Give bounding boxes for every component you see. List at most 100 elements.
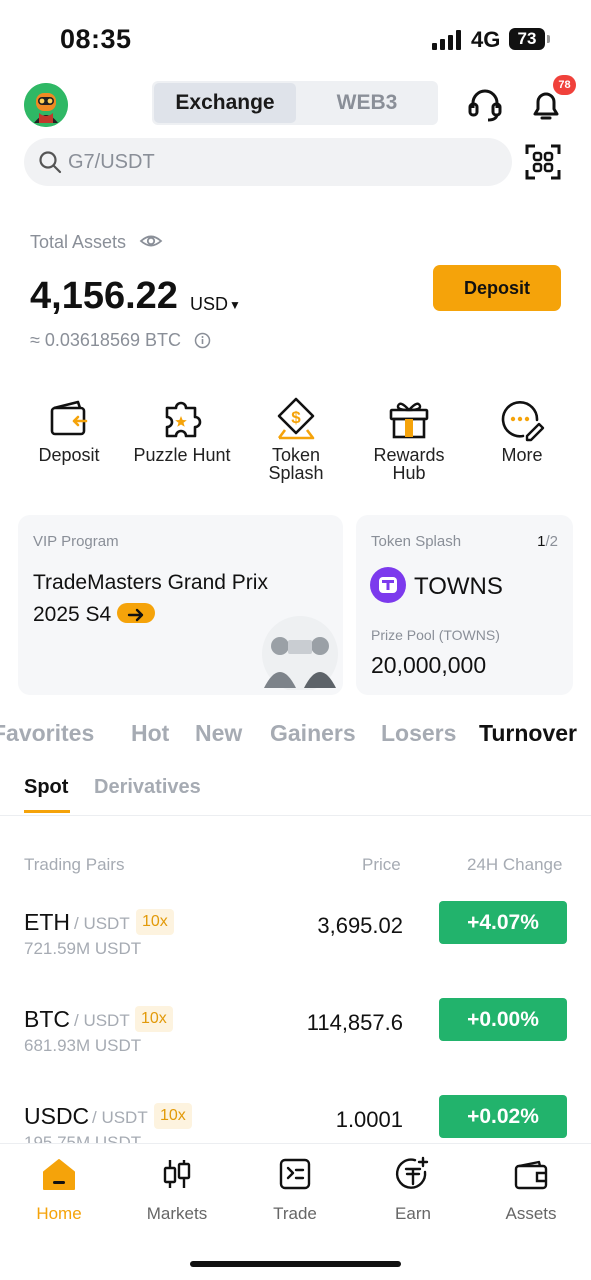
quick-action-more[interactable]: More	[463, 396, 581, 464]
nav-label: Assets	[505, 1204, 557, 1223]
trade-icon	[279, 1158, 311, 1190]
support-headset-icon[interactable]	[466, 86, 504, 124]
leverage-badge: 10x	[136, 909, 174, 935]
earn-icon	[395, 1156, 429, 1189]
tab-spot[interactable]: Spot	[24, 776, 68, 799]
signal-icon	[432, 30, 461, 50]
avatar[interactable]	[24, 83, 68, 127]
pair-quote: / USDT	[74, 1011, 130, 1030]
btc-equivalent: ≈ 0.03618569 BTC	[30, 330, 181, 350]
change-badge[interactable]: +0.00%	[439, 998, 567, 1041]
quick-action-deposit[interactable]: Deposit	[10, 396, 128, 464]
column-24h-change[interactable]: 24H Change	[467, 855, 562, 875]
arrow-right-icon[interactable]	[117, 603, 156, 624]
vip-program-card[interactable]: VIP Program TradeMasters Grand Prix 2025…	[18, 515, 343, 695]
wallet-icon	[514, 1160, 548, 1190]
search-bar[interactable]	[24, 138, 512, 186]
card-kicker: VIP Program	[33, 533, 119, 550]
candlestick-icon	[163, 1160, 191, 1188]
nav-label: Earn	[395, 1204, 431, 1223]
tab-gainers[interactable]: Gainers	[270, 720, 356, 747]
nav-home[interactable]: Home	[0, 1156, 118, 1224]
token-name: TOWNS	[414, 573, 503, 600]
pair-price: 114,857.6	[306, 1010, 403, 1035]
quick-action-label: Token Splash	[268, 445, 324, 483]
prize-pool-value: 20,000,000	[371, 652, 487, 678]
change-badge[interactable]: +0.02%	[439, 1095, 567, 1138]
quick-action-rewards-hub[interactable]: Rewards Hub	[350, 396, 468, 482]
prize-pool-label: Prize Pool (TOWNS)	[371, 627, 500, 643]
towns-logo-icon	[370, 567, 406, 603]
pair-volume: 681.93M USDT	[24, 1036, 142, 1055]
card-pager: 1/2	[537, 533, 558, 550]
battery-icon: 73	[509, 28, 545, 50]
nav-label: Home	[36, 1204, 82, 1223]
pair-quote: / USDT	[74, 914, 130, 933]
qr-scan-icon[interactable]	[524, 143, 562, 181]
network-type: 4G	[471, 27, 501, 52]
tab-favorites[interactable]: Favorites	[0, 720, 94, 747]
tab-exchange[interactable]: Exchange	[154, 83, 296, 123]
token-splash-card[interactable]: Token Splash 1/2 TOWNS Prize Pool (TOWNS…	[356, 515, 573, 695]
card-kicker: Token Splash	[371, 533, 462, 550]
wallet-deposit-icon	[50, 400, 88, 436]
search-icon	[39, 151, 62, 174]
bottom-nav: Home Markets Trade Earn Assets	[0, 1143, 591, 1280]
total-assets-label: Total Assets	[30, 232, 127, 252]
pair-price: 1.0001	[335, 1107, 403, 1132]
market-subtabs: Spot Derivatives	[0, 772, 591, 816]
notification-badge: 78	[553, 75, 576, 95]
quick-action-label: More	[501, 445, 543, 465]
svg-text:$: $	[291, 408, 301, 427]
card-title: TradeMasters Grand Prix 2025 S4	[33, 567, 293, 631]
nav-trade[interactable]: Trade	[236, 1156, 354, 1224]
table-row[interactable]: ETH / USDT 10x 721.59M USDT 3,695.02 +4.…	[0, 901, 591, 989]
pair-base: ETH	[24, 909, 70, 935]
column-price[interactable]: Price	[362, 855, 401, 875]
nav-earn[interactable]: Earn	[354, 1156, 472, 1224]
info-icon[interactable]	[194, 332, 211, 349]
quick-action-token-splash[interactable]: $ Token Splash	[237, 396, 355, 482]
deposit-button[interactable]: Deposit	[433, 265, 561, 311]
search-input[interactable]	[68, 146, 488, 178]
leverage-badge: 10x	[154, 1103, 192, 1129]
pair-quote: / USDT	[92, 1108, 148, 1127]
quick-action-label: Rewards Hub	[373, 445, 445, 483]
nav-markets[interactable]: Markets	[118, 1156, 236, 1224]
robot-avatar-icon	[24, 83, 68, 127]
home-icon	[43, 1159, 75, 1190]
pager-total: /2	[545, 533, 558, 550]
status-bar: 08:35 4G 73	[0, 0, 591, 72]
leverage-badge: 10x	[135, 1006, 173, 1032]
active-tab-indicator	[24, 810, 70, 813]
gift-icon	[389, 402, 429, 439]
nav-label: Markets	[146, 1204, 208, 1223]
tab-derivatives[interactable]: Derivatives	[94, 776, 201, 799]
nav-label: Trade	[273, 1204, 317, 1223]
pair-price: 3,695.02	[317, 913, 403, 938]
tab-turnover[interactable]: Turnover	[479, 720, 577, 747]
pair-volume: 721.59M USDT	[24, 939, 142, 958]
quick-action-puzzle-hunt[interactable]: Puzzle Hunt	[123, 396, 241, 464]
tab-web3[interactable]: WEB3	[296, 83, 438, 123]
pair-base: USDC	[24, 1103, 90, 1129]
eye-icon[interactable]	[139, 231, 163, 251]
change-badge[interactable]: +4.07%	[439, 901, 567, 944]
token-splash-icon: $	[277, 397, 315, 440]
tab-losers[interactable]: Losers	[381, 720, 456, 747]
promo-illustration	[262, 616, 338, 690]
column-trading-pairs: Trading Pairs	[24, 855, 125, 874]
caret-down-icon[interactable]: ▼	[229, 298, 241, 312]
tab-new[interactable]: New	[195, 720, 242, 747]
battery-cap	[547, 35, 550, 43]
nav-assets[interactable]: Assets	[472, 1156, 590, 1224]
table-row[interactable]: BTC / USDT 10x 681.93M USDT 114,857.6 +0…	[0, 998, 591, 1086]
currency-selector[interactable]: USD	[190, 294, 228, 315]
puzzle-icon	[165, 401, 202, 438]
tab-hot[interactable]: Hot	[131, 720, 169, 747]
total-assets-amount: 4,156.22	[30, 275, 178, 317]
quick-action-label: Puzzle Hunt	[133, 445, 231, 465]
status-time: 08:35	[60, 24, 132, 54]
quick-action-label: Deposit	[38, 445, 100, 465]
exchange-web3-switch: Exchange WEB3	[152, 81, 438, 125]
